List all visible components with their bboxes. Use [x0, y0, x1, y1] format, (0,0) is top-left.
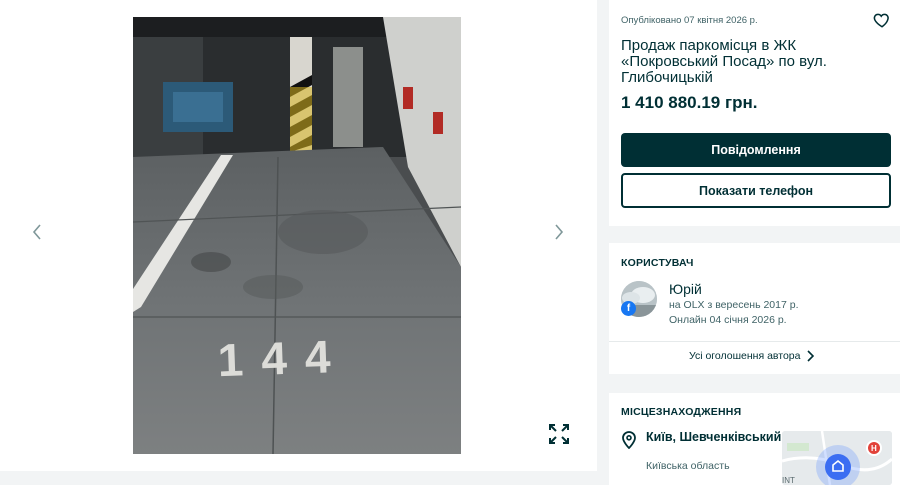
location-region: Київська область	[646, 460, 730, 472]
heart-icon	[873, 13, 889, 28]
favorite-button[interactable]	[873, 11, 891, 29]
location-map[interactable]: H INT	[782, 431, 892, 485]
user-last-online: Онлайн 04 січня 2026 р.	[669, 314, 787, 326]
all-ads-link[interactable]: Усі оголошення автора	[689, 350, 815, 362]
prev-photo-arrow[interactable]	[25, 220, 49, 244]
location-panel: МІСЦЕЗНАХОДЖЕННЯ Київ, Шевченківський Ки…	[609, 393, 900, 485]
location-pin-icon	[622, 431, 636, 449]
user-member-since: на OLX з вересень 2017 р.	[669, 299, 799, 311]
user-panel: КОРИСТУВАЧ f Юрій на OLX з вересень 2017…	[609, 243, 900, 374]
listing-price: 1 410 880.19 грн.	[621, 93, 758, 112]
user-name[interactable]: Юрій	[669, 281, 702, 297]
chevron-right-icon	[807, 350, 815, 362]
all-ads-label: Усі оголошення автора	[689, 350, 801, 362]
expand-icon	[549, 424, 569, 444]
chevron-right-icon	[555, 224, 564, 240]
next-photo-arrow[interactable]	[547, 220, 571, 244]
map-label: INT	[782, 476, 795, 485]
map-thumbnail: H INT	[782, 431, 892, 485]
parking-spot-number: 144	[217, 330, 349, 387]
listing-info-panel: Опубліковано 07 квітня 2026 р. Продаж па…	[609, 0, 900, 226]
published-date: Опубліковано 07 квітня 2026 р.	[621, 15, 758, 26]
chevron-left-icon	[32, 224, 41, 240]
listing-photo[interactable]: 144	[133, 17, 461, 454]
location-section-title: МІСЦЕЗНАХОДЖЕННЯ	[621, 406, 742, 418]
show-phone-button[interactable]: Показати телефон	[621, 173, 891, 208]
divider	[609, 341, 900, 342]
location-city: Київ, Шевченківський	[646, 430, 782, 444]
listing-title: Продаж паркомісця в ЖК «Покровський Поса…	[621, 37, 827, 86]
svg-text:H: H	[871, 444, 877, 453]
user-section-title: КОРИСТУВАЧ	[621, 257, 694, 269]
facebook-icon: f	[621, 301, 636, 316]
fullscreen-button[interactable]	[548, 423, 570, 445]
message-button[interactable]: Повідомлення	[621, 133, 891, 167]
photo-gallery: 144	[0, 0, 597, 471]
